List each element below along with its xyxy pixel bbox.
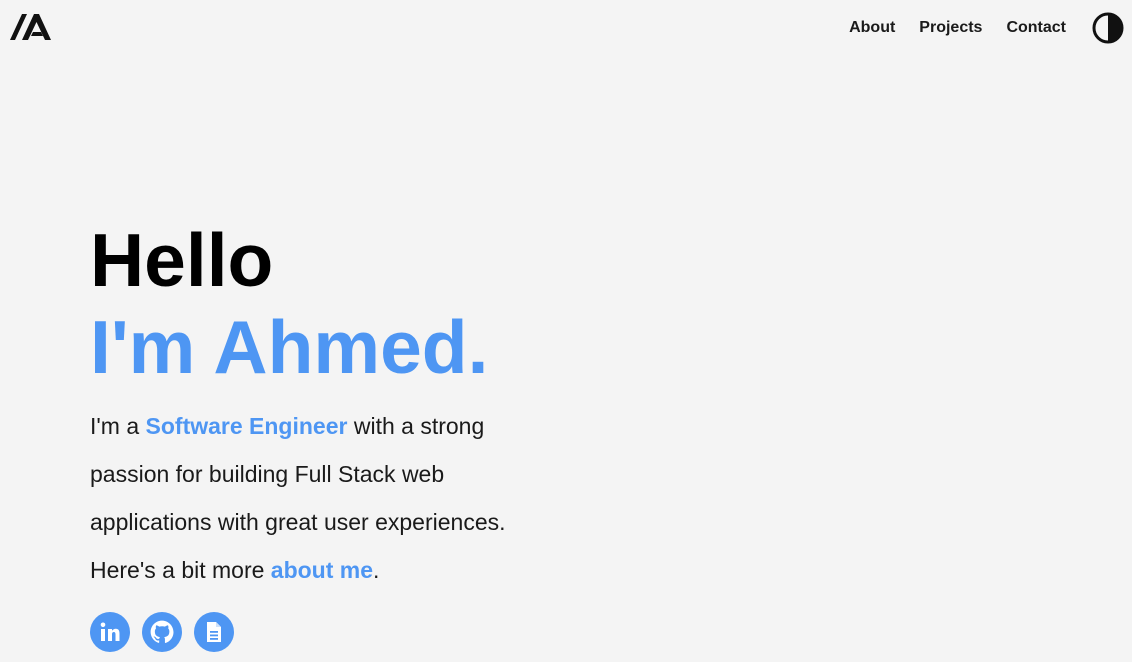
role-highlight: Software Engineer	[145, 413, 348, 439]
hero-intro: I'm a Software Engineer with a strong pa…	[90, 402, 540, 594]
nav-about-link[interactable]: About	[849, 18, 895, 38]
nav-contact-link[interactable]: Contact	[1006, 18, 1066, 38]
github-button[interactable]	[142, 612, 182, 652]
hero-section: Hello I'm Ahmed. I'm a Software Engineer…	[90, 220, 570, 652]
document-icon	[207, 622, 221, 642]
nav-projects-link[interactable]: Projects	[919, 18, 982, 38]
linkedin-icon	[100, 622, 120, 641]
intro-text-1: I'm a	[90, 413, 146, 439]
github-icon	[150, 620, 174, 643]
ia-monogram-logo[interactable]	[8, 12, 52, 42]
resume-button[interactable]	[194, 612, 234, 652]
hero-name: I'm Ahmed.	[90, 305, 489, 389]
main-nav: About Projects Contact	[849, 18, 1066, 38]
half-circle-contrast-icon[interactable]	[1092, 12, 1124, 44]
hero-greeting: Hello	[90, 218, 274, 302]
intro-text-3: .	[373, 557, 380, 583]
about-me-link[interactable]: about me	[271, 557, 373, 583]
social-links	[90, 612, 570, 652]
linkedin-button[interactable]	[90, 612, 130, 652]
